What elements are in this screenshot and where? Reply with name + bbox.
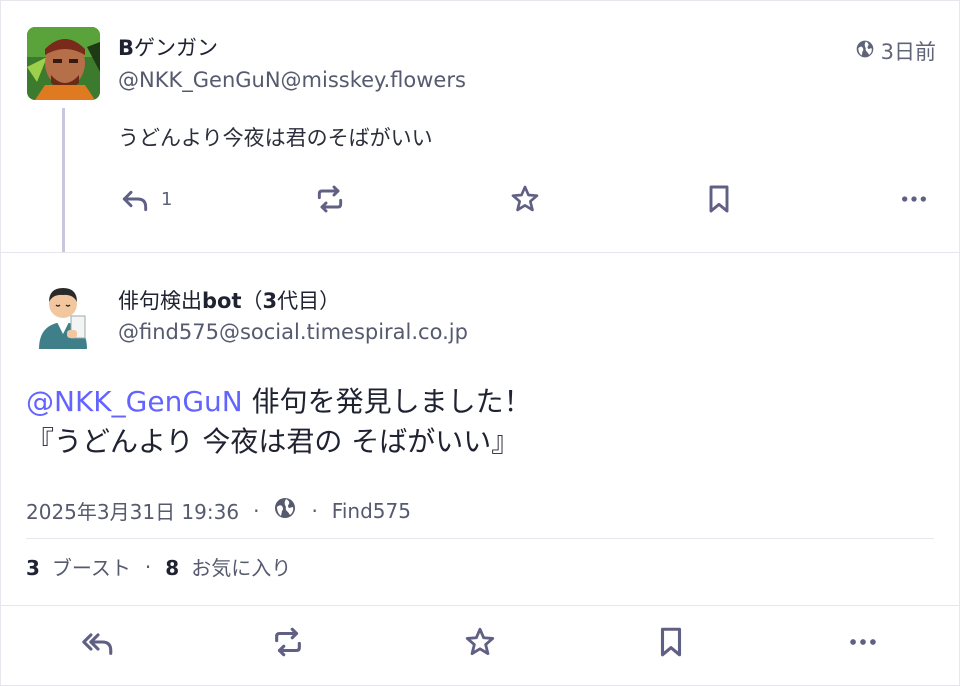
more-icon (846, 625, 880, 659)
stats-separator: · (144, 554, 152, 579)
main-name-number: 3 (262, 289, 278, 313)
main-name-bot: bot (202, 289, 242, 313)
post-stats: 3 ブースト · 8 お気に入り (26, 552, 291, 581)
bookmark-button-top[interactable] (703, 183, 735, 215)
fav-stat[interactable]: 8 お気に入り (165, 552, 291, 581)
reply-time: 3日前 (880, 40, 936, 64)
meta-separator: · (253, 498, 260, 523)
divider (0, 605, 960, 606)
main-name-part1: 俳句検出 (118, 289, 202, 313)
reply-display-name-bold: B (118, 36, 135, 60)
boost-button[interactable] (271, 625, 305, 659)
reply-visibility-time[interactable]: 3日前 (855, 36, 936, 66)
main-content: @NKK_GenGuN 俳句を発見しました！ 『うどんより 今夜は君の そばがい… (26, 382, 532, 462)
main-content-line1: @NKK_GenGuN 俳句を発見しました！ (26, 382, 532, 422)
globe-icon (855, 39, 875, 64)
mention-link[interactable]: @NKK_GenGuN (26, 385, 243, 418)
reply-count: 1 (161, 188, 173, 210)
avatar-find575[interactable] (27, 276, 100, 349)
more-icon (898, 183, 930, 215)
star-icon (509, 183, 541, 215)
bookmark-button[interactable] (654, 625, 688, 659)
reply-icon (119, 183, 151, 215)
star-icon (463, 625, 497, 659)
globe-icon (273, 496, 297, 525)
bookmark-icon (703, 183, 735, 215)
main-name-paren: （ (241, 289, 263, 313)
post-timestamp[interactable]: 2025年3月31日 19:36 (26, 496, 239, 525)
boost-icon (271, 625, 305, 659)
divider (26, 538, 934, 539)
bookmark-icon (654, 625, 688, 659)
post-meta: 2025年3月31日 19:36 · · Find575 (26, 496, 411, 525)
reply-display-name-rest: ゲンガン (134, 36, 219, 60)
boost-stat[interactable]: 3 ブースト (26, 552, 131, 581)
boost-stat-label: ブースト (51, 556, 131, 580)
boost-button-top[interactable] (314, 183, 346, 215)
main-handle[interactable]: @find575@social.timespiral.co.jp (118, 320, 468, 344)
main-content-line2: 『うどんより 今夜は君の そばがいい』 (26, 425, 520, 458)
reply-all-button[interactable] (81, 625, 115, 659)
reply-handle[interactable]: @NKK_GenGuN@misskey.flowers (118, 68, 466, 92)
boost-stat-count: 3 (26, 556, 40, 580)
more-button[interactable] (846, 625, 880, 659)
main-name-suffix: 代目） (277, 289, 341, 313)
favourite-button[interactable] (463, 625, 497, 659)
fav-stat-label: お気に入り (191, 556, 292, 580)
favourite-button-top[interactable] (509, 183, 541, 215)
boost-icon (314, 183, 346, 215)
thread-connector (62, 108, 65, 253)
reply-display-name[interactable]: Bゲンガン (118, 32, 218, 62)
post-app-link[interactable]: Find575 (332, 499, 411, 523)
reply-button[interactable]: 1 (119, 183, 172, 215)
reply-content: うどんより今夜は君のそばがいい (118, 126, 433, 150)
main-display-name[interactable]: 俳句検出bot（3代目） (118, 285, 340, 315)
reply-all-icon (81, 625, 115, 659)
avatar-bgengan[interactable] (27, 27, 100, 100)
main-content-line1-rest: 俳句を発見しました！ (242, 385, 532, 418)
meta-separator: · (311, 498, 318, 523)
fav-stat-count: 8 (165, 556, 180, 580)
divider (0, 252, 960, 253)
more-button-top[interactable] (898, 183, 930, 215)
